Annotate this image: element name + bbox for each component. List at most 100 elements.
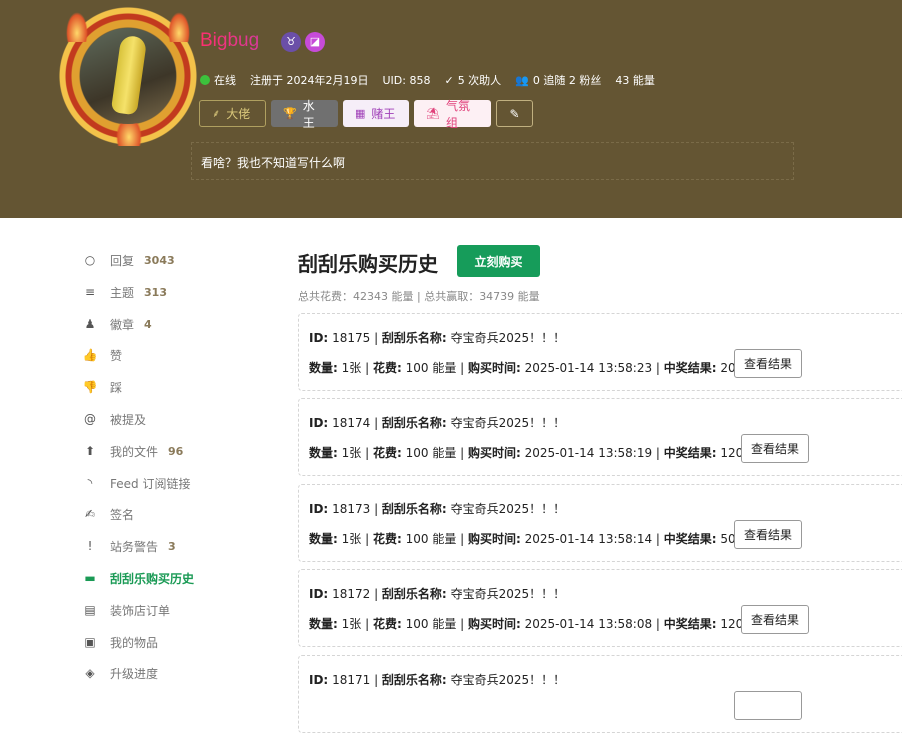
sidebar-item-count: 96 [168, 444, 184, 458]
sidebar-item-warnings[interactable]: ! 站务警告 3 [80, 535, 260, 557]
umbrella-icon: ⛱ [426, 107, 440, 120]
thumbs-up-icon: 👍 [82, 348, 98, 362]
avatar[interactable] [58, 6, 198, 146]
user-badge-icon: ♟ [84, 317, 96, 331]
username[interactable]: Bigbug [200, 30, 259, 52]
file-upload-icon: ⬆ [84, 444, 96, 458]
sidebar-item-label: 升级进度 [110, 666, 159, 681]
sidebar-item-label: 签名 [110, 507, 135, 522]
record-detail-line: 数量: 1张 | 花费: 100 能量 | 购买时间: 2025-01-14 1… [309, 617, 771, 631]
record-title-line: ID: 18174 | 刮刮乐名称: 夺宝奇兵2025！！！ [309, 416, 566, 430]
buy-now-button[interactable]: 立刻购买 [457, 245, 540, 277]
avatar-image [80, 28, 176, 124]
tag-qifenzu[interactable]: ⛱ 气氛组 [414, 99, 491, 130]
sidebar-item-badges[interactable]: ♟ 徽章 4 [80, 313, 260, 335]
record-card: ID: 18175 | 刮刮乐名称: 夺宝奇兵2025！！！ 数量: 1张 | … [298, 313, 902, 391]
profile-meta: 在线 注册于 2024年2月19日 UID: 858 ✓ 5 次助人 👥 0 追随 … [200, 72, 669, 88]
thumbs-down-icon: 👎 [82, 380, 98, 394]
rss-icon: ◝ [87, 476, 93, 490]
sidebar-item-label: Feed 订阅链接 [110, 476, 191, 491]
view-result-button[interactable]: 查看结果 [741, 434, 809, 463]
view-result-button[interactable]: 查看结果 [734, 349, 802, 378]
record-card: ID: 18172 | 刮刮乐名称: 夺宝奇兵2025！！！ 数量: 1张 | … [298, 569, 902, 647]
record-title-line: ID: 18172 | 刮刮乐名称: 夺宝奇兵2025！！！ [309, 587, 566, 601]
sidebar-item-count: 4 [144, 317, 152, 331]
record-title-line: ID: 18171 | 刮刮乐名称: 夺宝奇兵2025！！！ [309, 673, 566, 687]
flame-decoration [168, 12, 190, 42]
sidebar-item-replies[interactable]: ○ 回复 3043 [80, 249, 260, 271]
sidebar-item-label: 我的物品 [110, 635, 159, 650]
sidebar-item-items[interactable]: ▣ 我的物品 [80, 631, 260, 653]
record-title-line: ID: 18173 | 刮刮乐名称: 夺宝奇兵2025！！！ [309, 502, 566, 516]
user-tags: ⸙ 大佬 🏆 水王 ▦ 赌王 ⛱ 气氛组 ✎ [199, 99, 538, 130]
profile-header: Bigbug ♉ ◪ 在线 注册于 2024年2月19日 UID: 858 ✓ 5… [0, 0, 902, 218]
leaf-icon: ⸙ [212, 107, 221, 120]
record-detail-line: 数量: 1张 | 花费: 100 能量 | 购买时间: 2025-01-14 1… [309, 361, 764, 375]
sidebar-item-label: 徽章 [110, 317, 135, 332]
flame-decoration [66, 12, 88, 42]
helped-count: ✓ 5 次助人 [444, 73, 502, 88]
sidebar-item-level-progress[interactable]: ◈ 升级进度 [80, 662, 260, 684]
page-title: 刮刮乐购买历史 [298, 252, 438, 276]
sidebar-item-label: 装饰店订单 [110, 603, 171, 618]
comment-icon: ○ [84, 253, 96, 267]
record-card: ID: 18173 | 刮刮乐名称: 夺宝奇兵2025！！！ 数量: 1张 | … [298, 484, 902, 562]
sidebar-item-label: 我的文件 [110, 444, 159, 459]
uid: UID: 858 [382, 73, 431, 87]
signature: 看啥？我也不知道写什么啊 [191, 142, 794, 180]
sidebar-item-label: 被提及 [110, 412, 147, 427]
sidebar-item-label: 刮刮乐购买历史 [110, 571, 195, 586]
sidebar-item-likes[interactable]: 👍 赞 [80, 344, 260, 366]
edit-button[interactable]: ✎ [496, 100, 533, 127]
check-icon: ✓ [444, 73, 454, 87]
warning-icon: ! [87, 539, 93, 553]
view-result-button[interactable]: 查看结果 [734, 520, 802, 549]
record-title-line: ID: 18175 | 刮刮乐名称: 夺宝奇兵2025！！！ [309, 331, 566, 345]
sidebar-item-count: 313 [144, 285, 167, 299]
sidebar-item-label: 踩 [110, 380, 123, 395]
spend-summary: 总共花费：42343 能量 | 总共赢取：34739 能量 [298, 290, 540, 303]
sidebar-item-files[interactable]: ⬆ 我的文件 96 [80, 440, 260, 462]
sidebar-item-feed[interactable]: ◝ Feed 订阅链接 [80, 472, 260, 494]
banana-figure [110, 34, 148, 116]
tag-shuiwang[interactable]: 🏆 水王 [271, 99, 338, 130]
gem-badge-icon[interactable]: ◪ [305, 32, 325, 52]
tag-duwang[interactable]: ▦ 赌王 [343, 100, 409, 127]
layers-icon: ◈ [85, 666, 95, 680]
sidebar-item-signature[interactable]: ✍ 签名 [80, 503, 260, 525]
sidebar-item-label: 赞 [110, 348, 123, 363]
follow-stats[interactable]: 👥 0 追随 2 粉丝 [515, 72, 601, 88]
tag-label: 水王 [302, 98, 315, 130]
online-status: 在线 [200, 72, 236, 88]
ticket-icon: ▬ [84, 571, 96, 585]
sidebar-item-label: 主题 [110, 285, 135, 300]
sidebar-item-count: 3043 [144, 253, 175, 267]
record-detail-line: 数量: 1张 | 花费: 100 能量 | 购买时间: 2025-01-14 1… [309, 446, 771, 460]
registered-date: 注册于 2024年2月19日 [250, 74, 369, 87]
sidebar-item-label: 站务警告 [110, 539, 159, 554]
at-icon: @ [84, 412, 96, 426]
dice-icon: ▦ [355, 107, 366, 120]
sidebar-item-scratch-history[interactable]: ▬ 刮刮乐购买历史 [80, 567, 260, 589]
tag-label: 赌王 [371, 107, 396, 121]
signature-icon: ✍ [84, 507, 96, 521]
view-result-button[interactable]: 查看结果 [741, 605, 809, 634]
sidebar-item-shop-orders[interactable]: ▤ 装饰店订单 [80, 599, 260, 621]
tag-label: 大佬 [226, 107, 251, 121]
pencil-icon: ✎ [509, 106, 520, 121]
tag-dalao[interactable]: ⸙ 大佬 [199, 100, 266, 127]
zodiac-badge-icon[interactable]: ♉ [281, 32, 301, 52]
sidebar-item-dislikes[interactable]: 👎 踩 [80, 376, 260, 398]
view-result-button[interactable] [734, 691, 802, 720]
record-detail-line: 数量: 1张 | 花费: 100 能量 | 购买时间: 2025-01-14 1… [309, 532, 764, 546]
sidebar-item-count: 3 [168, 539, 176, 553]
trophy-icon: 🏆 [283, 107, 297, 120]
energy: 43 能量 [615, 74, 655, 87]
sidebar-item-topics[interactable]: ≡ 主题 313 [80, 281, 260, 303]
store-icon: ▤ [84, 603, 96, 617]
sidebar-item-label: 回复 [110, 253, 135, 268]
box-icon: ▣ [84, 635, 96, 649]
tag-label: 气氛组 [445, 98, 470, 130]
users-icon: 👥 [515, 73, 529, 87]
sidebar-item-mentions[interactable]: @ 被提及 [80, 408, 260, 430]
